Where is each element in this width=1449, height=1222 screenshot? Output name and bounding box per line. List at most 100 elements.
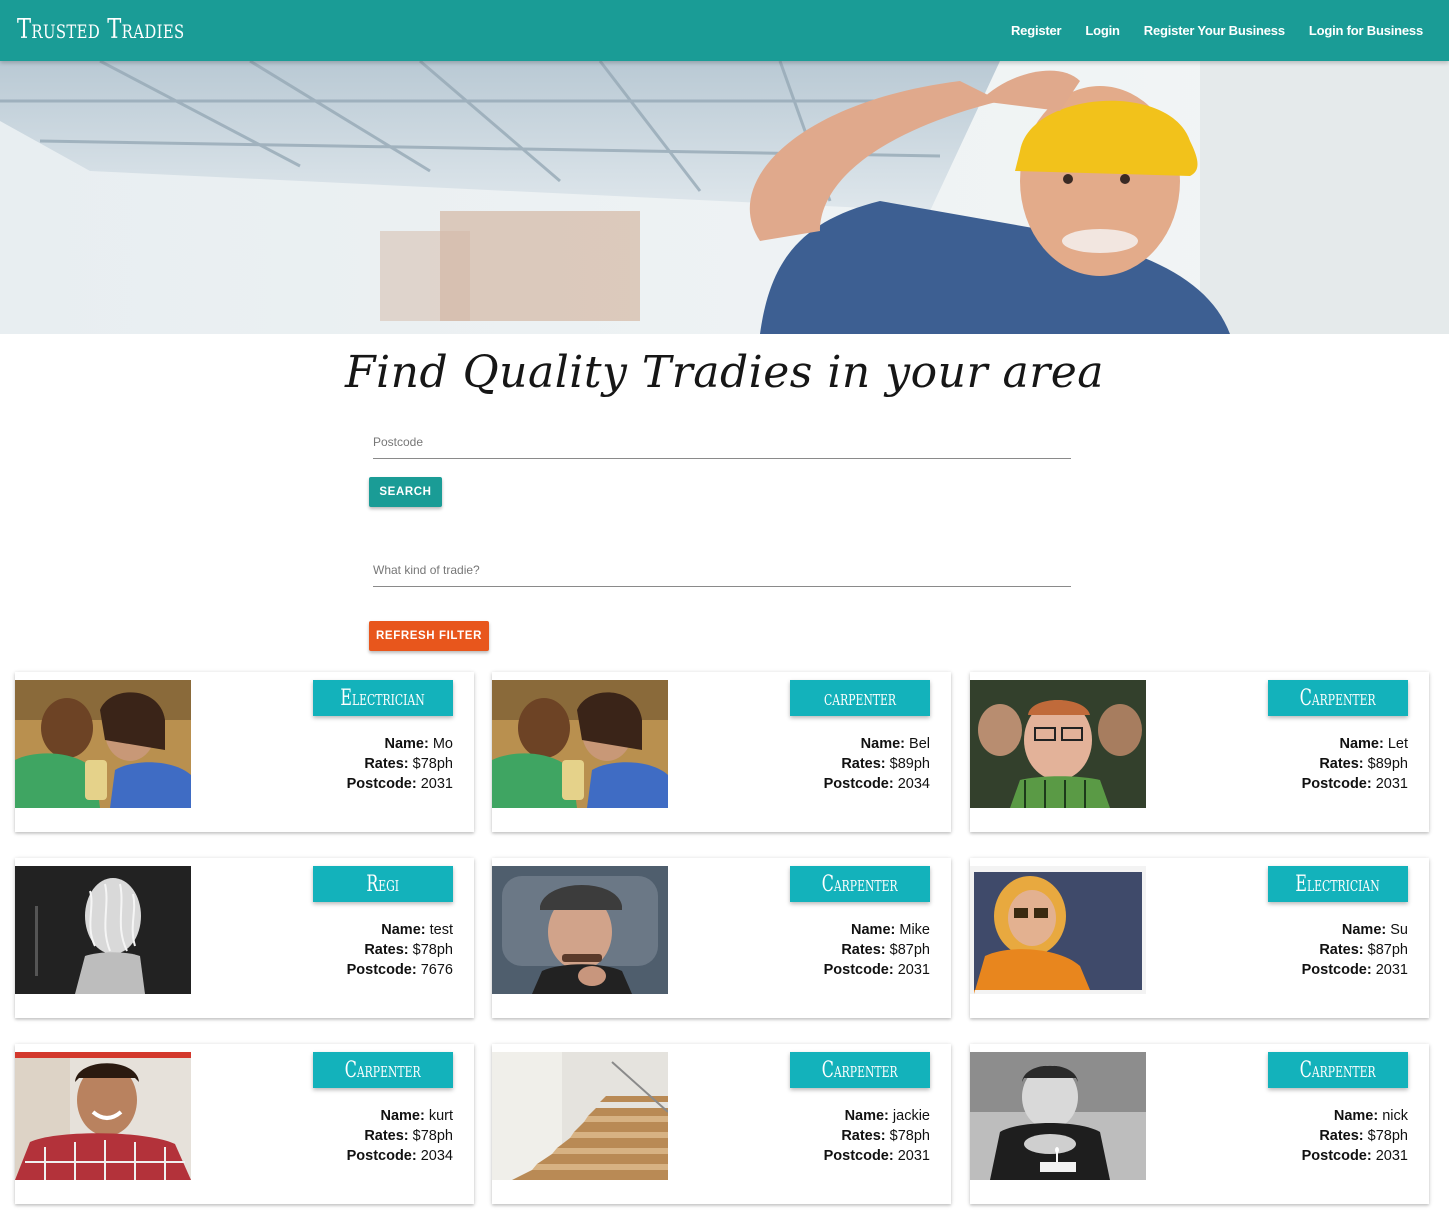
trade-label: Carpenter bbox=[822, 1057, 898, 1083]
nav-register-business-link[interactable]: Register Your Business bbox=[1144, 23, 1285, 38]
postcode-label: Postcode: bbox=[823, 1148, 894, 1164]
tradie-info: Name: Let Rates: $89ph Postcode: 2031 bbox=[1302, 734, 1408, 794]
tradie-card[interactable]: Carpenter Name: Let Rates: $89ph Postcod… bbox=[970, 672, 1429, 832]
tradie-type-field bbox=[373, 553, 1071, 587]
bw-man-cake-photo bbox=[970, 1052, 1146, 1180]
rates-row: Rates: $78ph bbox=[824, 1126, 930, 1146]
man-in-cap-photo bbox=[492, 866, 668, 994]
rates-row: Rates: $87ph bbox=[1302, 940, 1408, 960]
postcode-value: 2031 bbox=[1375, 1148, 1408, 1164]
nav-links: Register Login Register Your Business Lo… bbox=[1011, 0, 1423, 61]
name-value: Bel bbox=[909, 736, 930, 752]
tradie-card[interactable]: carpenter Name: Bel Rates: $89ph Postcod… bbox=[492, 672, 951, 832]
refresh-filter-button[interactable]: Refresh Filter bbox=[369, 621, 489, 651]
nav-login-link[interactable]: Login bbox=[1085, 23, 1120, 38]
trade-badge: Electrician bbox=[313, 680, 453, 716]
brand-logo[interactable]: Trusted Tradies bbox=[17, 14, 185, 45]
postcode-label: Postcode: bbox=[1301, 1148, 1372, 1164]
rates-value: $87ph bbox=[1367, 942, 1408, 958]
woman-sunglasses-photo bbox=[970, 866, 1146, 994]
rates-value: $87ph bbox=[889, 942, 930, 958]
postcode-value: 2031 bbox=[1375, 962, 1408, 978]
rates-value: $78ph bbox=[412, 1128, 453, 1144]
costume-wig-photo bbox=[15, 866, 191, 994]
rates-row: Rates: $78ph bbox=[347, 1126, 453, 1146]
postcode-value: 2031 bbox=[1375, 776, 1408, 792]
tradie-card[interactable]: Carpenter Name: Mike Rates: $87ph Postco… bbox=[492, 858, 951, 1018]
tradie-info: Name: Mike Rates: $87ph Postcode: 2031 bbox=[824, 920, 930, 980]
name-row: Name: Mike bbox=[824, 920, 930, 940]
tradie-card[interactable]: Carpenter Name: kurt Rates: $78ph Postco… bbox=[15, 1044, 474, 1204]
name-value: kurt bbox=[428, 1108, 453, 1124]
tradie-card[interactable]: Regi Name: test Rates: $78ph Postcode: 7… bbox=[15, 858, 474, 1018]
name-row: Name: kurt bbox=[347, 1106, 453, 1126]
postcode-row: Postcode: 2031 bbox=[1302, 960, 1408, 980]
trade-badge: Regi bbox=[313, 866, 453, 902]
tradie-card[interactable]: Electrician Name: Su Rates: $87ph Postco… bbox=[970, 858, 1429, 1018]
rates-row: Rates: $78ph bbox=[347, 754, 453, 774]
smiling-man-plaid-photo bbox=[15, 1052, 191, 1180]
name-value: Su bbox=[1390, 922, 1408, 938]
tradie-info: Name: Bel Rates: $89ph Postcode: 2034 bbox=[824, 734, 930, 794]
name-value: Mo bbox=[432, 736, 453, 752]
tradie-card[interactable]: Electrician Name: Mo Rates: $78ph Postco… bbox=[15, 672, 474, 832]
postcode-row: Postcode: 2031 bbox=[347, 774, 453, 794]
rates-value: $89ph bbox=[889, 756, 930, 772]
postcode-label: Postcode: bbox=[1301, 962, 1372, 978]
postcode-row: Postcode: 2031 bbox=[1302, 774, 1408, 794]
trade-badge: carpenter bbox=[790, 680, 930, 716]
trade-badge: Carpenter bbox=[1268, 1052, 1408, 1088]
postcode-label: Postcode: bbox=[346, 1148, 417, 1164]
postcode-value: 2031 bbox=[897, 962, 930, 978]
name-row: Name: Bel bbox=[824, 734, 930, 754]
name-label: Name: bbox=[1339, 736, 1384, 752]
name-row: Name: Su bbox=[1302, 920, 1408, 940]
name-row: Name: jackie bbox=[824, 1106, 930, 1126]
name-value: Mike bbox=[899, 922, 930, 938]
postcode-row: Postcode: 2031 bbox=[824, 1146, 930, 1166]
name-label: Name: bbox=[851, 922, 896, 938]
name-value: test bbox=[429, 922, 453, 938]
nav-register-link[interactable]: Register bbox=[1011, 23, 1062, 38]
trade-badge: Carpenter bbox=[313, 1052, 453, 1088]
postcode-row: Postcode: 2031 bbox=[824, 960, 930, 980]
name-row: Name: nick bbox=[1302, 1106, 1408, 1126]
name-value: jackie bbox=[892, 1108, 930, 1124]
rates-label: Rates: bbox=[1319, 942, 1364, 958]
name-label: Name: bbox=[860, 736, 905, 752]
tradie-info: Name: kurt Rates: $78ph Postcode: 2034 bbox=[347, 1106, 453, 1166]
rates-label: Rates: bbox=[1319, 756, 1364, 772]
rates-row: Rates: $78ph bbox=[1302, 1126, 1408, 1146]
rates-row: Rates: $87ph bbox=[824, 940, 930, 960]
search-button[interactable]: Search bbox=[369, 477, 442, 507]
postcode-input[interactable] bbox=[373, 425, 1071, 458]
name-label: Name: bbox=[381, 922, 426, 938]
postcode-label: Postcode: bbox=[823, 776, 894, 792]
rates-label: Rates: bbox=[364, 756, 409, 772]
tradie-card[interactable]: Carpenter Name: jackie Rates: $78ph Post… bbox=[492, 1044, 951, 1204]
trade-label: Regi bbox=[366, 871, 400, 897]
postcode-row: Postcode: 2031 bbox=[1302, 1146, 1408, 1166]
postcode-field bbox=[373, 425, 1071, 459]
couple-selfie-photo bbox=[492, 680, 668, 808]
rates-row: Rates: $89ph bbox=[1302, 754, 1408, 774]
postcode-row: Postcode: 2034 bbox=[347, 1146, 453, 1166]
trade-badge: Carpenter bbox=[790, 866, 930, 902]
couple-selfie-photo bbox=[15, 680, 191, 808]
postcode-label: Postcode: bbox=[1301, 776, 1372, 792]
tradie-type-input[interactable] bbox=[373, 553, 1071, 586]
trade-label: Carpenter bbox=[1300, 685, 1376, 711]
name-label: Name: bbox=[384, 736, 429, 752]
name-value: nick bbox=[1382, 1108, 1408, 1124]
tradie-info: Name: nick Rates: $78ph Postcode: 2031 bbox=[1302, 1106, 1408, 1166]
rates-row: Rates: $78ph bbox=[347, 940, 453, 960]
wooden-stairs-photo bbox=[492, 1052, 668, 1180]
tradie-info: Name: jackie Rates: $78ph Postcode: 2031 bbox=[824, 1106, 930, 1166]
postcode-row: Postcode: 2034 bbox=[824, 774, 930, 794]
postcode-value: 2034 bbox=[420, 1148, 453, 1164]
rates-label: Rates: bbox=[841, 756, 886, 772]
tradie-card[interactable]: Carpenter Name: nick Rates: $78ph Postco… bbox=[970, 1044, 1429, 1204]
nav-login-business-link[interactable]: Login for Business bbox=[1309, 23, 1423, 38]
postcode-value: 7676 bbox=[420, 962, 453, 978]
trade-label: Carpenter bbox=[345, 1057, 421, 1083]
